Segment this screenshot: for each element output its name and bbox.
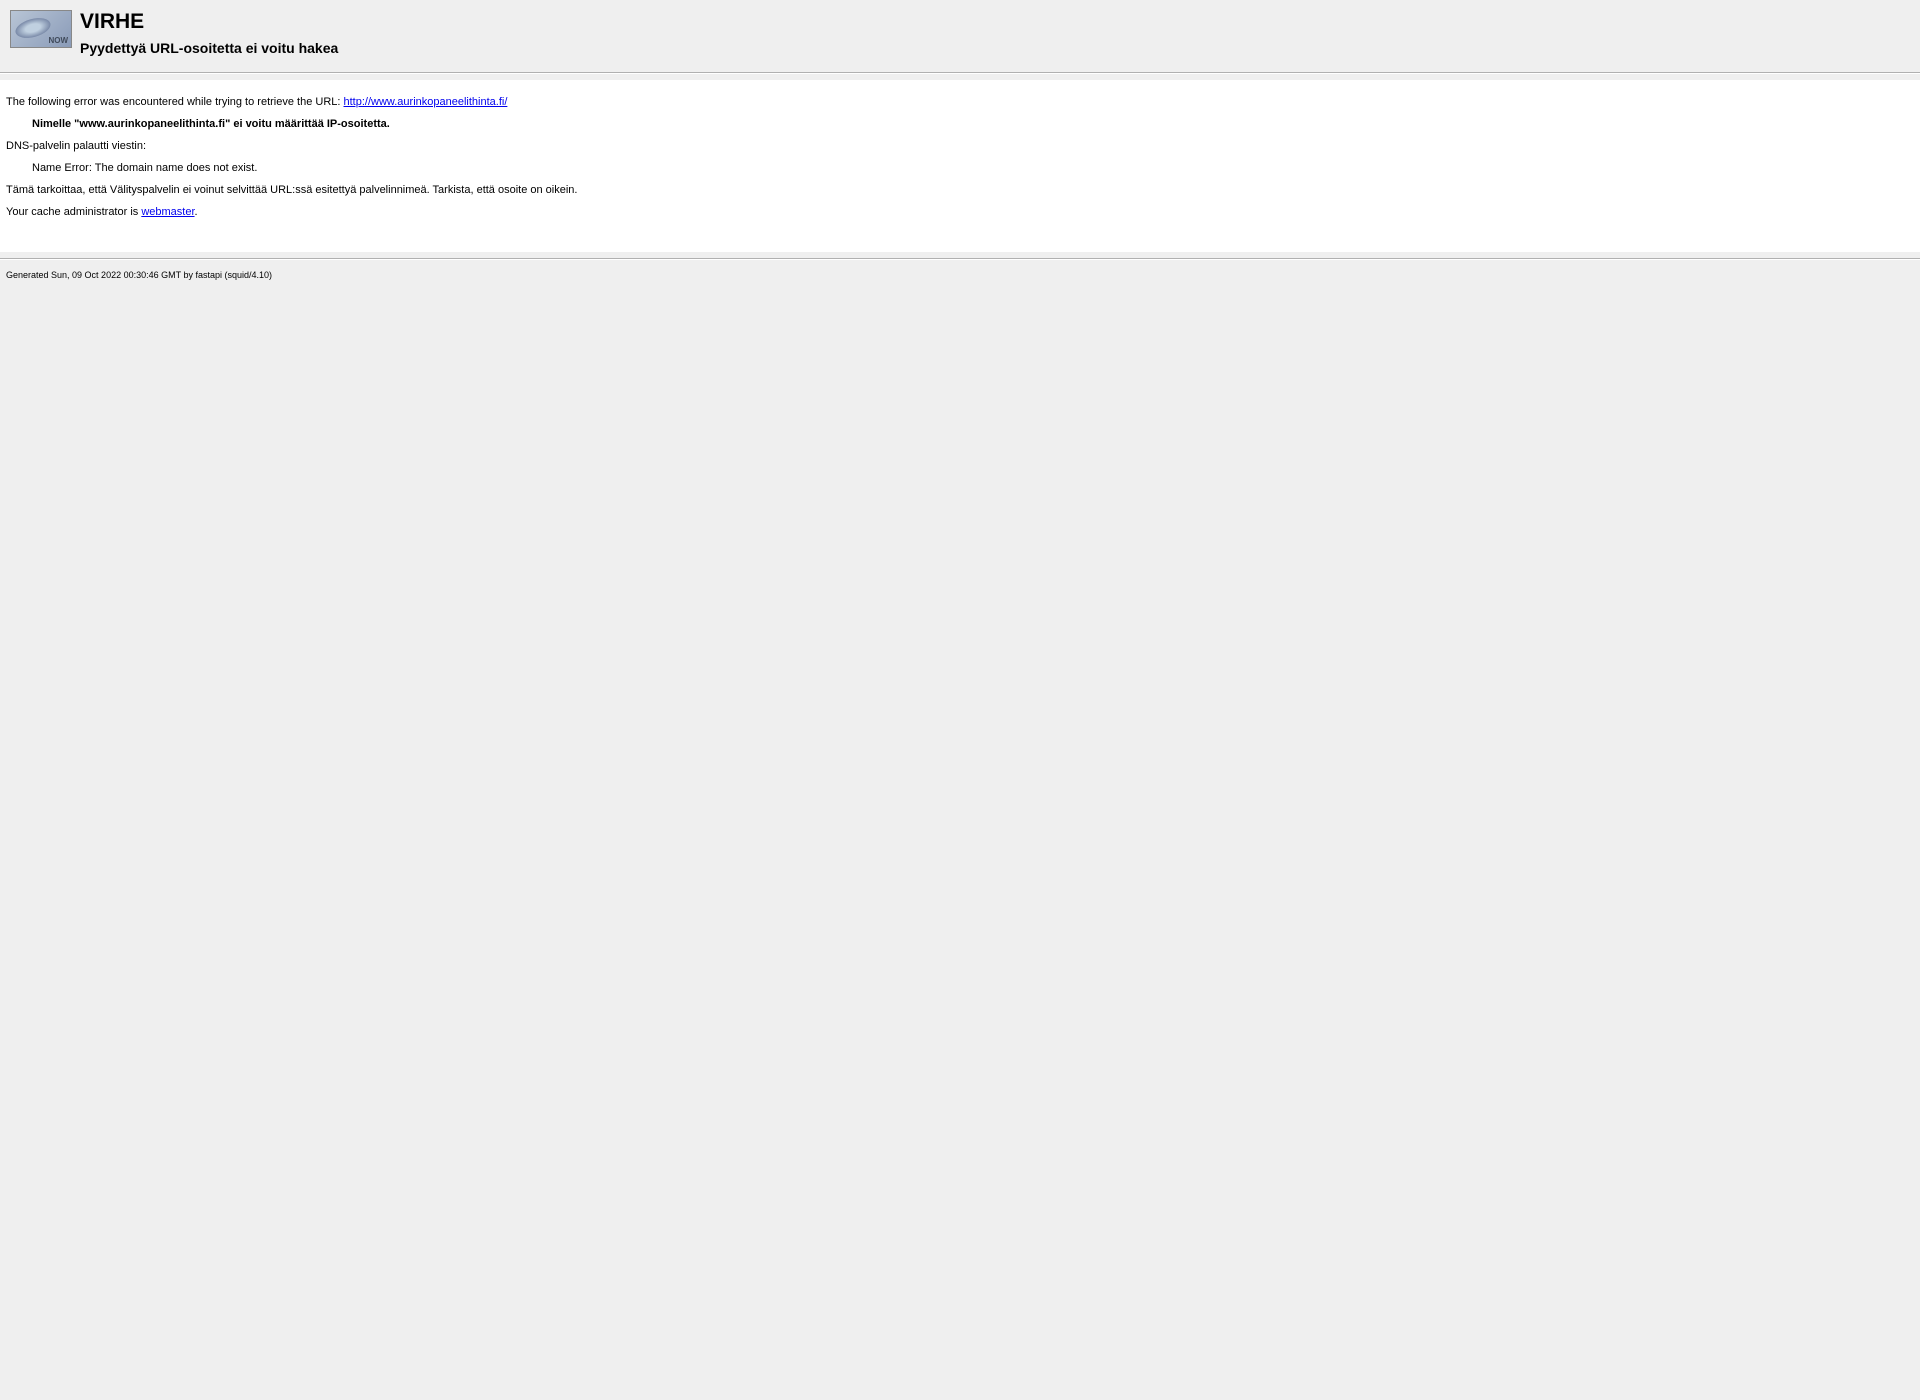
intro-paragraph: The following error was encountered whil…: [6, 96, 1914, 108]
header-titles: VIRHE Pyydettyä URL-osoitetta ei voitu h…: [80, 10, 338, 56]
admin-paragraph: Your cache administrator is webmaster.: [6, 206, 1914, 218]
admin-text: Your cache administrator is: [6, 206, 141, 218]
divider-top: [0, 72, 1920, 74]
footer-text: Generated Sun, 09 Oct 2022 00:30:46 GMT …: [6, 270, 272, 280]
divider-bottom: [0, 258, 1920, 260]
intro-text: The following error was encountered whil…: [6, 96, 344, 108]
error-message: Nimelle "www.aurinkopaneelithinta.fi" ei…: [6, 118, 1914, 130]
squid-icon: [10, 10, 72, 48]
admin-suffix: .: [195, 206, 198, 218]
error-title: VIRHE: [80, 10, 338, 34]
footer: Generated Sun, 09 Oct 2022 00:30:46 GMT …: [0, 266, 1920, 284]
explanation-text: Tämä tarkoittaa, että Välityspalvelin ei…: [6, 184, 1914, 196]
failed-url-link[interactable]: http://www.aurinkopaneelithinta.fi/: [344, 96, 508, 108]
dns-label: DNS-palvelin palautti viestin:: [6, 140, 1914, 152]
dns-message: Name Error: The domain name does not exi…: [6, 162, 1914, 174]
error-content: The following error was encountered whil…: [0, 80, 1920, 252]
webmaster-link[interactable]: webmaster: [141, 206, 194, 218]
error-subtitle: Pyydettyä URL-osoitetta ei voitu hakea: [80, 40, 338, 56]
error-header: VIRHE Pyydettyä URL-osoitetta ei voitu h…: [0, 0, 1920, 66]
